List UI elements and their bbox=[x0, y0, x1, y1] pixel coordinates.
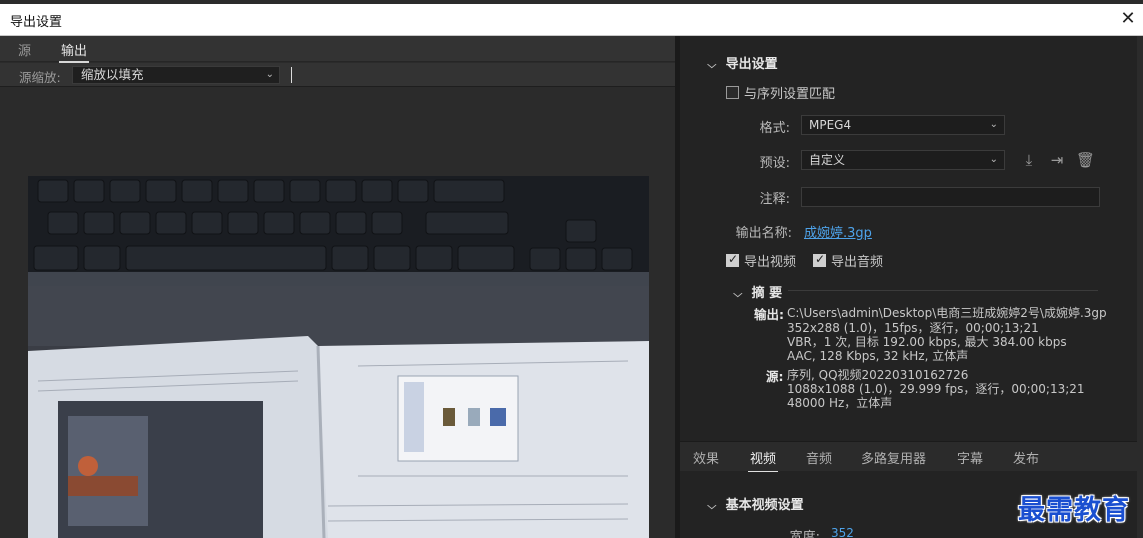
comment-label: 注释: bbox=[759, 192, 790, 207]
summary-output-line: AAC, 128 Kbps, 32 kHz, 立体声 bbox=[787, 349, 969, 363]
source-scale-dropdown[interactable]: 缩放以填充 ⌄ bbox=[72, 66, 280, 84]
tab-publish[interactable]: 发布 bbox=[1013, 448, 1039, 467]
tab-multiplexer[interactable]: 多路复用器 bbox=[861, 448, 926, 467]
match-sequence-label: 与序列设置匹配 bbox=[744, 87, 836, 102]
settings-tabs: 效果 视频 音频 多路复用器 字幕 发布 bbox=[680, 441, 1143, 473]
chevron-down-icon: ⌄ bbox=[265, 69, 274, 80]
export-settings-title: 导出设置 bbox=[725, 57, 778, 72]
text-caret bbox=[291, 67, 292, 83]
source-scale-label: 源缩放: bbox=[19, 70, 61, 85]
chevron-down-icon: ⌵ bbox=[733, 289, 743, 300]
left-tabs: 源 输出 bbox=[0, 36, 675, 63]
scrollbar[interactable] bbox=[1137, 36, 1143, 538]
summary-output-key: 输出: bbox=[754, 307, 784, 322]
preset-dropdown[interactable]: 自定义 ⌄ bbox=[801, 150, 1005, 170]
export-video-label: 导出视频 bbox=[744, 255, 797, 270]
format-dropdown[interactable]: MPEG4 ⌄ bbox=[801, 115, 1005, 135]
save-preset-icon[interactable]: ⤓ bbox=[1020, 151, 1038, 169]
width-label: 宽度: bbox=[789, 530, 820, 538]
export-video-checkbox[interactable]: 导出视频 bbox=[726, 251, 796, 270]
checkbox-box[interactable] bbox=[813, 252, 826, 267]
format-value: MPEG4 bbox=[809, 118, 852, 132]
left-pane: 源 输出 源缩放: 缩放以填充 ⌄ bbox=[0, 36, 675, 538]
preset-value: 自定义 bbox=[809, 153, 846, 167]
export-audio-checkbox[interactable]: 导出音频 bbox=[813, 251, 883, 270]
chevron-down-icon: ⌄ bbox=[989, 154, 998, 165]
watermark-text: 最需教育 bbox=[1018, 495, 1130, 526]
tab-output[interactable]: 输出 bbox=[58, 40, 90, 63]
basic-video-settings-title: 基本视频设置 bbox=[725, 498, 804, 513]
chevron-down-icon: ⌄ bbox=[989, 119, 998, 130]
output-name-label: 输出名称: bbox=[735, 226, 792, 241]
close-icon[interactable]: ✕ bbox=[1113, 4, 1143, 35]
export-settings-header[interactable]: ⌵ 导出设置 bbox=[707, 53, 778, 72]
chevron-down-icon: ⌵ bbox=[707, 60, 717, 71]
comment-input[interactable] bbox=[801, 187, 1100, 207]
output-name-link[interactable]: 成婉婷.3gp bbox=[804, 222, 872, 241]
video-preview bbox=[28, 176, 649, 538]
match-sequence-checkbox[interactable]: 与序列设置匹配 bbox=[726, 83, 835, 102]
delete-preset-icon[interactable]: 🗑 bbox=[1076, 151, 1095, 169]
format-label: 格式: bbox=[759, 121, 790, 136]
right-pane: ⌵ 导出设置 与序列设置匹配 格式: MPEG4 ⌄ 预设: 自定义 ⌄ ⤓ ⇥ … bbox=[680, 36, 1143, 538]
preset-label: 预设: bbox=[759, 156, 790, 171]
tab-source[interactable]: 源 bbox=[18, 40, 31, 59]
tab-effects[interactable]: 效果 bbox=[693, 448, 719, 467]
summary-header[interactable]: ⌵ 摘 要 bbox=[733, 282, 783, 301]
summary-source-key: 源: bbox=[766, 369, 784, 384]
window-title: 导出设置 bbox=[10, 15, 63, 30]
source-scale-value: 缩放以填充 bbox=[81, 67, 144, 82]
tab-audio[interactable]: 音频 bbox=[806, 448, 832, 467]
chevron-down-icon: ⌵ bbox=[707, 501, 717, 512]
source-scale-bar: 源缩放: 缩放以填充 ⌄ bbox=[0, 63, 675, 87]
export-audio-label: 导出音频 bbox=[831, 255, 884, 270]
preview-frame-image bbox=[28, 176, 649, 538]
width-value[interactable]: 352 bbox=[831, 526, 854, 538]
summary-title: 摘 要 bbox=[751, 286, 783, 301]
summary-divider bbox=[788, 290, 1098, 291]
tab-video[interactable]: 视频 bbox=[747, 448, 779, 473]
checkbox-box[interactable] bbox=[726, 252, 739, 267]
title-bar: 导出设置 ✕ bbox=[0, 0, 1143, 36]
tab-captions[interactable]: 字幕 bbox=[957, 448, 983, 467]
summary-source-line: 48000 Hz，立体声 bbox=[787, 396, 893, 410]
import-preset-icon[interactable]: ⇥ bbox=[1048, 151, 1066, 169]
basic-video-settings-header[interactable]: ⌵ 基本视频设置 bbox=[707, 494, 804, 513]
checkbox-box[interactable] bbox=[726, 86, 739, 99]
